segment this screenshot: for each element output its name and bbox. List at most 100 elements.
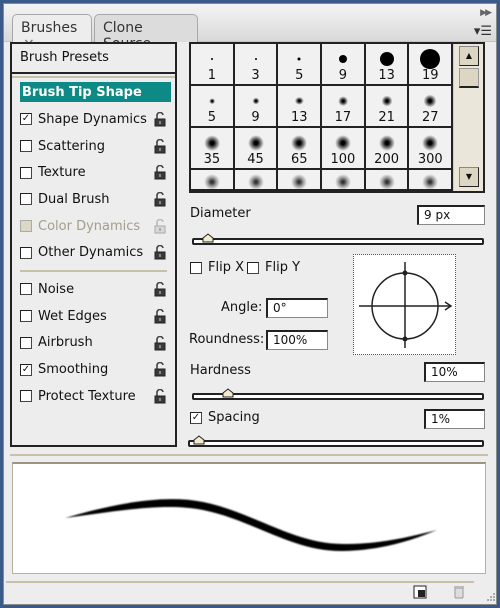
- color-dynamics-checkbox: [20, 220, 32, 233]
- slider-knob[interactable]: [193, 435, 205, 445]
- flip-x-checkbox[interactable]: [190, 261, 202, 274]
- angle-roundness-preview[interactable]: [353, 254, 456, 355]
- sidebar-item-brush-tip-shape[interactable]: Brush Tip Shape: [20, 82, 171, 102]
- brush-tip-9[interactable]: 9: [322, 44, 366, 86]
- brush-tip-3[interactable]: 3: [234, 44, 279, 86]
- protect-texture-label: Protect Texture: [38, 388, 136, 404]
- brush-tip-preview: [420, 49, 441, 69]
- scroll-thumb[interactable]: [459, 68, 479, 88]
- unlock-icon[interactable]: [154, 308, 167, 324]
- brush-tip-size: 21: [378, 110, 395, 125]
- brush-tip-9[interactable]: 9: [234, 86, 279, 128]
- sidebar-item-protect-texture[interactable]: Protect Texture: [12, 383, 175, 410]
- brush-tip-300[interactable]: 300: [409, 128, 454, 170]
- sidebar-item-wet-edges[interactable]: Wet Edges: [12, 303, 175, 330]
- noise-checkbox[interactable]: [20, 283, 32, 296]
- brush-tip-200[interactable]: 200: [365, 128, 410, 170]
- scattering-checkbox[interactable]: [20, 140, 32, 153]
- brush-tip-size: 17: [334, 110, 352, 125]
- brush-tip-scatter[interactable]: [322, 170, 366, 191]
- brush-tip-scatter[interactable]: [409, 170, 454, 191]
- brush-tip-scatter[interactable]: [234, 170, 279, 191]
- hardness-slider[interactable]: [192, 388, 484, 400]
- sidebar-item-scattering[interactable]: Scattering: [12, 133, 175, 160]
- other-dynamics-checkbox[interactable]: [20, 246, 32, 259]
- resize-grip-icon[interactable]: [482, 590, 496, 604]
- other-dynamics-label: Other Dynamics: [38, 245, 144, 261]
- spacing-checkbox[interactable]: ✓: [190, 411, 202, 424]
- wet-edges-checkbox[interactable]: [20, 310, 32, 323]
- brush-tip-preview: [204, 135, 220, 151]
- flip-y-checkbox[interactable]: [247, 261, 259, 274]
- dual-brush-checkbox[interactable]: [20, 193, 32, 206]
- scroll-up-button[interactable]: ▲: [459, 46, 479, 66]
- unlock-icon[interactable]: [154, 245, 167, 260]
- unlock-icon[interactable]: [154, 388, 167, 404]
- roundness-input[interactable]: 100%: [266, 330, 328, 350]
- trash-icon[interactable]: [452, 585, 466, 599]
- brush-tip-27[interactable]: 27: [409, 86, 454, 128]
- brush-tip-scatter[interactable]: [278, 170, 323, 191]
- smoothing-checkbox[interactable]: ✓: [20, 363, 32, 376]
- brush-tip-preview: [209, 98, 215, 104]
- divider: [20, 270, 167, 273]
- diameter-input[interactable]: 9 px: [417, 205, 485, 225]
- unlock-icon[interactable]: [154, 282, 167, 297]
- sidebar-item-smoothing[interactable]: ✓ Smoothing: [12, 356, 175, 383]
- brush-tip-preview: [297, 57, 301, 61]
- brush-tip-21[interactable]: 21: [365, 86, 410, 128]
- brush-tip-5[interactable]: 5: [278, 44, 323, 86]
- brush-tip-19[interactable]: 19: [409, 44, 454, 86]
- brush-tip-scatter[interactable]: [191, 170, 235, 191]
- double-arrow-right-icon[interactable]: ▶▶: [480, 8, 492, 18]
- scattering-label: Scattering: [38, 138, 106, 154]
- panel-menu-icon[interactable]: ▾☰: [474, 24, 492, 39]
- spacing-input[interactable]: 1%: [424, 409, 485, 429]
- brush-tip-45[interactable]: 45: [234, 128, 279, 170]
- sidebar-item-dual-brush[interactable]: Dual Brush: [12, 186, 175, 213]
- protect-texture-checkbox[interactable]: [20, 390, 32, 403]
- brush-tip-13[interactable]: 13: [278, 86, 323, 128]
- unlock-icon[interactable]: [154, 112, 167, 127]
- unlock-icon[interactable]: [154, 138, 167, 154]
- smoothing-label: Smoothing: [38, 362, 109, 378]
- tab-brushes[interactable]: Brushes ×: [12, 14, 92, 52]
- sidebar-item-texture[interactable]: Texture: [12, 159, 175, 186]
- angle-label: Angle:: [221, 300, 263, 315]
- brush-tip-1[interactable]: 1: [191, 44, 235, 86]
- shape-dynamics-checkbox[interactable]: ✓: [20, 113, 32, 126]
- tab-clone-source[interactable]: Clone Source: [94, 14, 198, 52]
- slider-knob[interactable]: [222, 388, 234, 398]
- scrollbar[interactable]: ▲ ▼: [453, 44, 483, 191]
- sidebar-item-shape-dynamics[interactable]: ✓ Shape Dynamics: [12, 106, 175, 133]
- new-preset-icon[interactable]: [413, 585, 427, 599]
- diameter-slider[interactable]: [192, 233, 484, 245]
- brush-presets-button[interactable]: Brush Presets: [12, 44, 175, 74]
- angle-input[interactable]: 0°: [266, 298, 328, 318]
- brush-tip-size: 9: [338, 68, 348, 83]
- sidebar-item-other-dynamics[interactable]: Other Dynamics: [12, 239, 175, 266]
- slider-knob[interactable]: [202, 233, 214, 243]
- brush-tip-5[interactable]: 5: [191, 86, 235, 128]
- texture-checkbox[interactable]: [20, 166, 32, 179]
- spacing-slider[interactable]: [188, 435, 484, 447]
- brush-tip-size: 35: [203, 152, 221, 167]
- brush-tip-65[interactable]: 65: [278, 128, 323, 170]
- brush-tip-17[interactable]: 17: [322, 86, 366, 128]
- sidebar-item-noise[interactable]: Noise: [12, 276, 175, 303]
- unlock-icon[interactable]: [154, 335, 167, 351]
- scroll-down-button[interactable]: ▼: [459, 167, 479, 187]
- hardness-input[interactable]: 10%: [424, 362, 485, 382]
- unlock-icon[interactable]: [154, 165, 167, 180]
- brush-tip-13[interactable]: 13: [365, 44, 410, 86]
- sidebar-item-airbrush[interactable]: Airbrush: [12, 330, 175, 357]
- brush-tip-scatter[interactable]: [365, 170, 410, 191]
- flip-y-label: Flip Y: [265, 260, 301, 275]
- unlock-icon[interactable]: [154, 362, 167, 377]
- brush-tip-35[interactable]: 35: [191, 128, 235, 170]
- brush-tip-preview: [338, 96, 348, 106]
- unlock-icon[interactable]: [154, 192, 167, 207]
- brush-tip-preview: [254, 58, 257, 60]
- airbrush-checkbox[interactable]: [20, 336, 32, 349]
- brush-tip-100[interactable]: 100: [322, 128, 366, 170]
